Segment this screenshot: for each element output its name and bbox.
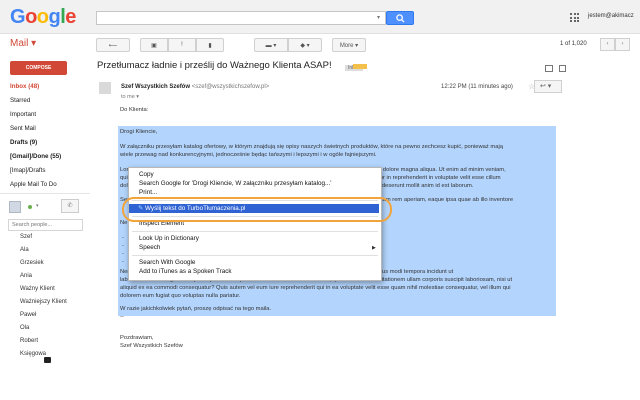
google-logo[interactable]: Google <box>10 6 76 29</box>
contact-item[interactable]: Paweł <box>20 312 36 318</box>
search-button[interactable] <box>386 11 414 25</box>
contact-item[interactable]: Ania <box>20 273 32 279</box>
chevron-down-icon[interactable]: ▾ <box>36 203 39 209</box>
menu-item-speech[interactable]: Speech <box>139 244 160 251</box>
spam-icon: ! <box>181 42 183 48</box>
contact-item[interactable]: Ala <box>20 247 29 253</box>
back-button[interactable]: ⟵ <box>96 38 130 52</box>
more-button[interactable]: More ▾ <box>332 38 366 52</box>
body-line: dolorem eum fugiat quo voluptas nulla pa… <box>120 293 241 299</box>
important-marker-icon[interactable] <box>353 64 367 69</box>
divider <box>0 193 90 194</box>
highlight-ring <box>122 197 392 222</box>
pager-arrows: ‹ › <box>600 38 630 51</box>
move-to-button[interactable]: ▬ ▾ <box>254 38 288 52</box>
pager-count: 1 of 1,020 <box>560 41 587 47</box>
menu-item-copy[interactable]: Copy <box>139 171 154 178</box>
avatar[interactable] <box>9 201 21 213</box>
search-input[interactable] <box>96 11 386 25</box>
labels-button[interactable]: ◆ ▾ <box>288 38 322 52</box>
body-line: aliquid ex ea commodi consequatur? Quis … <box>120 285 511 291</box>
sidebar-item-apple-mail[interactable]: Apple Mail To Do <box>10 181 57 188</box>
mail-menu[interactable]: Mail ▾ <box>10 38 36 49</box>
contact-item[interactable]: Szef <box>20 234 32 240</box>
folder-icon: ▬ ▾ <box>265 42 277 49</box>
menu-separator <box>132 231 378 232</box>
body-line: Drogi Kliencie, <box>120 129 158 135</box>
contact-item[interactable]: Ola <box>20 325 29 331</box>
menu-item-add-itunes[interactable]: Add to iTunes as a Spoken Track <box>139 268 232 275</box>
sidebar-item-important[interactable]: Important <box>10 111 36 118</box>
contact-item[interactable]: Ważny Klient <box>20 286 55 292</box>
body-line: -- <box>120 314 124 320</box>
toolbar: Mail ▾ ⟵ ▣ ! ▮ ▬ ▾ ◆ ▾ More ▾ <box>0 34 640 56</box>
body-line: Szef Wszystkich Szefów <box>120 343 183 349</box>
reply-icon: ↩ ▾ <box>540 83 552 90</box>
label-icon: ◆ ▾ <box>300 42 310 49</box>
compose-button[interactable]: COMPOSE <box>10 61 67 75</box>
sender-line: Szef Wszystkich Szefów <szef@wszystkichs… <box>121 84 269 90</box>
sender-email: <szef@wszystkichszefow.pl> <box>191 84 270 90</box>
account-name[interactable]: jestem@akimacz <box>588 13 634 19</box>
body-line: Pozdrawiam, <box>120 335 154 341</box>
next-page-icon[interactable]: › <box>615 38 630 51</box>
spam-button[interactable]: ! <box>168 38 196 52</box>
phone-icon: ✆ <box>67 203 73 209</box>
sidebar-item-imap-drafts[interactable]: [Imap]/Drafts <box>10 167 45 174</box>
prev-page-icon[interactable]: ‹ <box>600 38 615 51</box>
print-icon[interactable] <box>545 65 553 72</box>
contact-item[interactable]: Robert <box>20 338 38 344</box>
sidebar-item-inbox[interactable]: Inbox (48) <box>10 83 39 90</box>
message-date: 12:22 PM (11 minutes ago) <box>441 84 513 90</box>
body-line: - <box>122 235 124 241</box>
menu-item-search-with-google[interactable]: Search With Google <box>139 259 195 266</box>
body-line: Ne <box>120 220 128 226</box>
contact-item[interactable]: Grzesiek <box>20 260 44 266</box>
body-line: W załączniku przesyłam katalog ofertowy,… <box>120 144 503 150</box>
message-subject: Przetłumacz ładnie i prześlij do Ważnego… <box>97 60 332 71</box>
recipient-toggle[interactable]: to me ▾ <box>121 94 139 100</box>
avatar <box>99 82 111 94</box>
contact-item[interactable]: Księgowa <box>20 351 46 357</box>
search-people-input[interactable] <box>8 219 83 231</box>
sidebar-item-starred[interactable]: Starred <box>10 97 30 104</box>
sidebar: COMPOSE Inbox (48) Starred Important Sen… <box>0 56 90 400</box>
menu-item-print[interactable]: Print... <box>139 189 157 196</box>
apps-grid-icon[interactable] <box>570 13 579 22</box>
reply-button[interactable]: ↩ ▾ <box>534 80 562 93</box>
new-window-icon[interactable] <box>559 65 566 72</box>
sidebar-item-done[interactable]: [Gmail]/Done (55) <box>10 153 61 160</box>
sender-name[interactable]: Szef Wszystkich Szefów <box>121 84 190 90</box>
search-options-icon[interactable]: ▾ <box>377 14 380 21</box>
submenu-arrow-icon: ▶ <box>372 245 376 251</box>
status-dot-icon[interactable] <box>28 205 32 209</box>
menu-item-look-up[interactable]: Look Up in Dictionary <box>139 235 199 242</box>
body-line: Do Klienta: <box>120 107 149 113</box>
body-line: W razie jakichkolwiek pytań, proszę odpi… <box>120 306 272 312</box>
back-arrow-icon: ⟵ <box>108 42 118 49</box>
sidebar-item-drafts[interactable]: Drafts (9) <box>10 139 37 146</box>
top-bar: Google ▾ jestem@akimacz <box>0 0 640 34</box>
menu-item-search-google[interactable]: Search Google for 'Drogi Kliencie, W zał… <box>139 180 331 187</box>
body-line: - <box>122 243 124 249</box>
archive-button[interactable]: ▣ <box>140 38 168 52</box>
delete-button[interactable]: ▮ <box>196 38 224 52</box>
sidebar-item-sent[interactable]: Sent Mail <box>10 125 36 132</box>
trash-icon: ▮ <box>208 42 212 49</box>
new-hangout-button[interactable]: ✆ <box>61 199 79 213</box>
archive-icon: ▣ <box>151 42 157 49</box>
menu-separator <box>132 255 378 256</box>
chat-bubble-icon[interactable] <box>44 357 51 363</box>
body-line: wiele przewag nad konkurencyjnymi, jedno… <box>120 152 377 158</box>
body-line: - <box>122 259 124 265</box>
search-icon <box>396 14 405 23</box>
body-line: - <box>122 251 124 257</box>
contact-item[interactable]: Ważniejszy Klient <box>20 299 67 305</box>
